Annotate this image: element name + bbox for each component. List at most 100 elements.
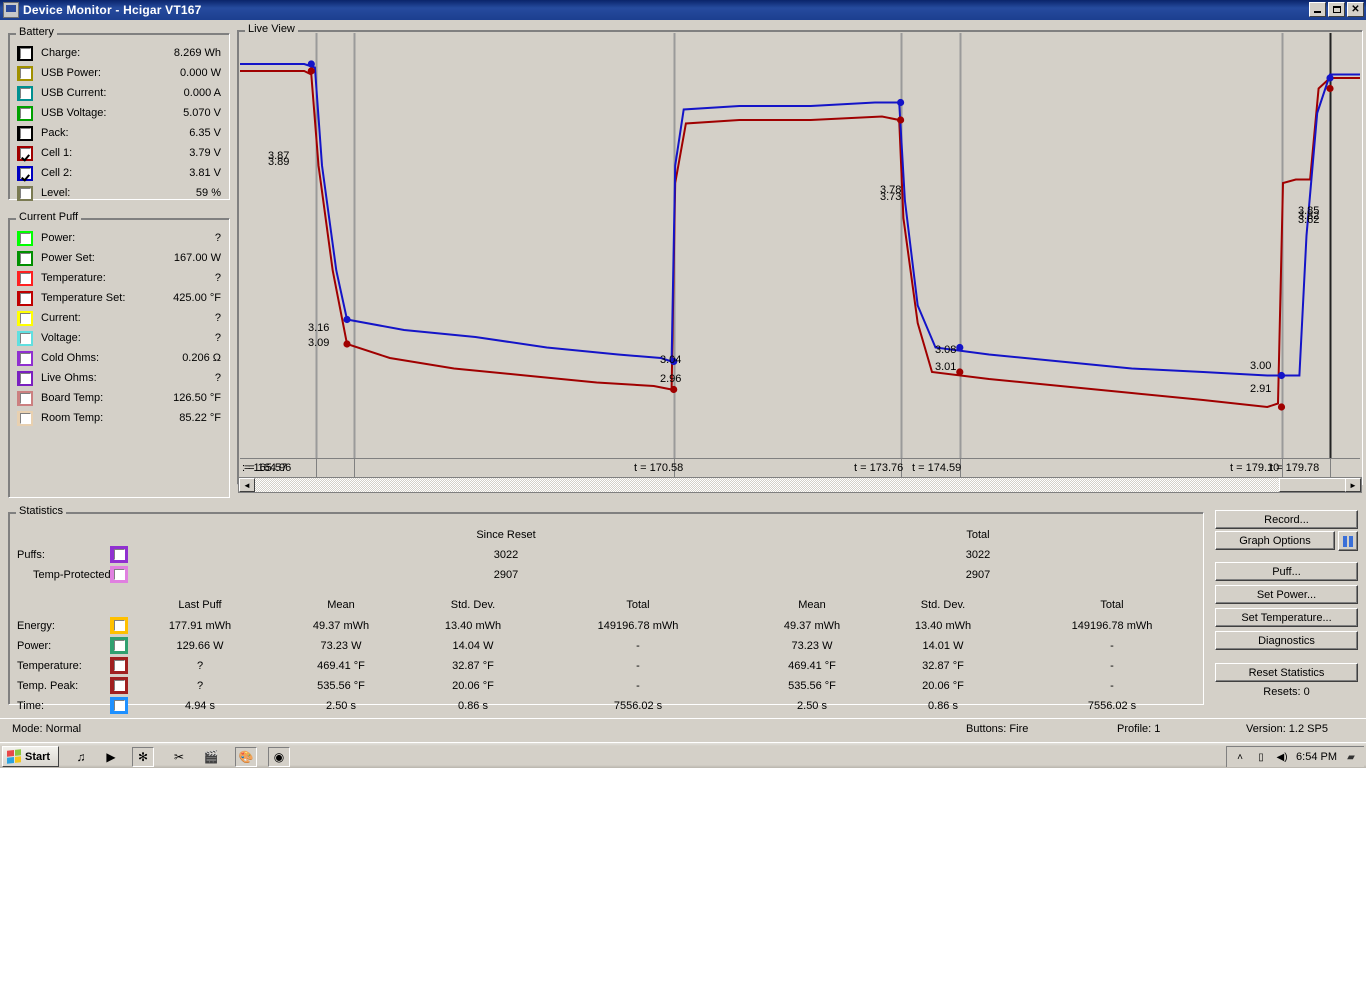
minimize-button[interactable] bbox=[1309, 2, 1326, 17]
time-axis-label: t = 173.76 bbox=[854, 462, 903, 474]
vlc-player-icon[interactable]: ▶ bbox=[100, 747, 122, 767]
puff-button[interactable]: Puff... bbox=[1215, 562, 1358, 581]
kv-row: USB Voltage:5.070 V bbox=[9, 103, 229, 123]
kv-value: ? bbox=[215, 232, 221, 244]
graph-horizontal-scrollbar[interactable]: ◄ ► bbox=[238, 477, 1362, 493]
graph-point-label: 3.08 bbox=[935, 345, 956, 356]
stat-row-color-checkbox[interactable] bbox=[110, 657, 128, 674]
start-button[interactable]: Start bbox=[2, 746, 59, 767]
volume-icon[interactable]: ◀) bbox=[1275, 750, 1289, 764]
kv-value: 167.00 W bbox=[174, 252, 221, 264]
battery-icon[interactable]: ▯ bbox=[1254, 750, 1268, 764]
stat-row-color-checkbox[interactable] bbox=[110, 637, 128, 654]
series-color-checkbox[interactable] bbox=[17, 251, 33, 266]
time-axis-label: t = 179.78 bbox=[1270, 462, 1319, 474]
stat-row-color-checkbox[interactable] bbox=[110, 677, 128, 694]
kv-label: Room Temp: bbox=[41, 412, 103, 424]
pause-button[interactable] bbox=[1338, 531, 1358, 551]
series-color-checkbox[interactable] bbox=[17, 146, 33, 161]
kv-row: Board Temp:126.50 °F bbox=[9, 388, 229, 408]
series-color-checkbox[interactable] bbox=[17, 351, 33, 366]
graph-point-label: 3.73 bbox=[880, 192, 901, 203]
kv-row: Charge:8.269 Wh bbox=[9, 43, 229, 63]
kv-row: Room Temp:85.22 °F bbox=[9, 408, 229, 428]
statistics-table: Since ResetTotalPuffs:30223022Temp-Prote… bbox=[9, 513, 1203, 704]
scroll-left-button[interactable]: ◄ bbox=[239, 478, 255, 492]
stat-row-color-checkbox[interactable] bbox=[110, 617, 128, 634]
time-axis-label: t = 174.59 bbox=[912, 462, 961, 474]
series-color-checkbox[interactable] bbox=[17, 311, 33, 326]
kv-label: USB Power: bbox=[41, 67, 101, 79]
stat-cell: 149196.78 mWh bbox=[1072, 620, 1153, 632]
series-color-checkbox[interactable] bbox=[17, 231, 33, 246]
graph-point-label: 3.62 bbox=[1298, 215, 1319, 226]
series-color-checkbox[interactable] bbox=[17, 291, 33, 306]
kv-label: Voltage: bbox=[41, 332, 81, 344]
series-color-checkbox[interactable] bbox=[17, 271, 33, 286]
temp-protected-label: Temp-Protected: bbox=[33, 569, 114, 581]
series-color-checkbox[interactable] bbox=[17, 46, 33, 61]
graph-point-label: 3.00 bbox=[1250, 361, 1271, 372]
device-monitor-icon-glyph: ✻ bbox=[138, 750, 148, 764]
temp-protected-color-checkbox[interactable] bbox=[110, 566, 128, 583]
stat-row-color-checkbox[interactable] bbox=[110, 697, 128, 714]
kv-value: ? bbox=[215, 272, 221, 284]
stat-column-header: Std. Dev. bbox=[921, 599, 965, 611]
device-monitor-window: Device Monitor - Hcigar VT167 ✕ Battery … bbox=[0, 0, 1366, 768]
kv-row: Level:59 % bbox=[9, 183, 229, 203]
diagnostics-button[interactable]: Diagnostics bbox=[1215, 631, 1358, 650]
paint-icon[interactable]: 🎨 bbox=[235, 747, 257, 767]
movie-maker-icon[interactable]: 🎬 bbox=[200, 747, 222, 767]
device-monitor-icon[interactable]: ✻ bbox=[132, 747, 154, 767]
stat-column-header: Total bbox=[1100, 599, 1123, 611]
status-version: Version: 1.2 SP5 bbox=[1246, 723, 1328, 735]
stat-cell: 0.86 s bbox=[928, 700, 958, 712]
set-power-button[interactable]: Set Power... bbox=[1215, 585, 1358, 604]
snipping-tool-icon[interactable]: ✂ bbox=[168, 747, 190, 767]
series-color-checkbox[interactable] bbox=[17, 166, 33, 181]
record-button[interactable]: Record... bbox=[1215, 510, 1358, 529]
stat-cell: - bbox=[636, 680, 640, 692]
kv-row: Temperature:? bbox=[9, 268, 229, 288]
set-temperature-button[interactable]: Set Temperature... bbox=[1215, 608, 1358, 627]
kv-row: Current:? bbox=[9, 308, 229, 328]
graph-point-label: 3.09 bbox=[308, 338, 329, 349]
graph-point-label: 3.89 bbox=[268, 157, 289, 168]
chrome-icon[interactable]: ◉ bbox=[268, 747, 290, 767]
kv-label: Board Temp: bbox=[41, 392, 103, 404]
series-color-checkbox[interactable] bbox=[17, 371, 33, 386]
kv-row: Temperature Set:425.00 °F bbox=[9, 288, 229, 308]
desktop-icon[interactable]: ▰ bbox=[1344, 750, 1358, 764]
kv-value: 59 % bbox=[196, 187, 221, 199]
series-color-checkbox[interactable] bbox=[17, 126, 33, 141]
show-hidden-icons-icon[interactable]: ˄ bbox=[1233, 750, 1247, 764]
windows-flag-icon bbox=[7, 749, 21, 763]
restore-button[interactable] bbox=[1328, 2, 1345, 17]
voltage-graph[interactable]: 3.873.893.163.093.042.963.783.733.083.01… bbox=[240, 33, 1360, 458]
kv-value: 425.00 °F bbox=[173, 292, 221, 304]
series-color-checkbox[interactable] bbox=[17, 86, 33, 101]
series-color-checkbox[interactable] bbox=[17, 186, 33, 201]
series-color-checkbox[interactable] bbox=[17, 391, 33, 406]
media-player-icon[interactable]: ♫ bbox=[70, 747, 92, 767]
stat-cell: 2.50 s bbox=[797, 700, 827, 712]
stat-column-header: Mean bbox=[798, 599, 826, 611]
series-color-checkbox[interactable] bbox=[17, 66, 33, 81]
puffs-color-checkbox[interactable] bbox=[110, 546, 128, 563]
graph-point-label: 3.16 bbox=[308, 323, 329, 334]
series-color-checkbox[interactable] bbox=[17, 106, 33, 121]
series-color-checkbox[interactable] bbox=[17, 331, 33, 346]
vlc-player-icon-glyph: ▶ bbox=[106, 750, 115, 764]
kv-label: USB Current: bbox=[41, 87, 106, 99]
graph-options-button[interactable]: Graph Options bbox=[1215, 531, 1335, 550]
close-button[interactable]: ✕ bbox=[1347, 2, 1364, 17]
reset-statistics-button[interactable]: Reset Statistics bbox=[1215, 663, 1358, 682]
kv-row: Voltage:? bbox=[9, 328, 229, 348]
series-color-checkbox[interactable] bbox=[17, 411, 33, 426]
taskbar-clock[interactable]: 6:54 PM bbox=[1296, 751, 1337, 763]
graph-point-label: 2.91 bbox=[1250, 384, 1271, 395]
stat-column-header: Total bbox=[626, 599, 649, 611]
stat-cell: 32.87 °F bbox=[452, 660, 494, 672]
scroll-thumb[interactable] bbox=[1279, 478, 1347, 492]
scroll-right-button[interactable]: ► bbox=[1345, 478, 1361, 492]
